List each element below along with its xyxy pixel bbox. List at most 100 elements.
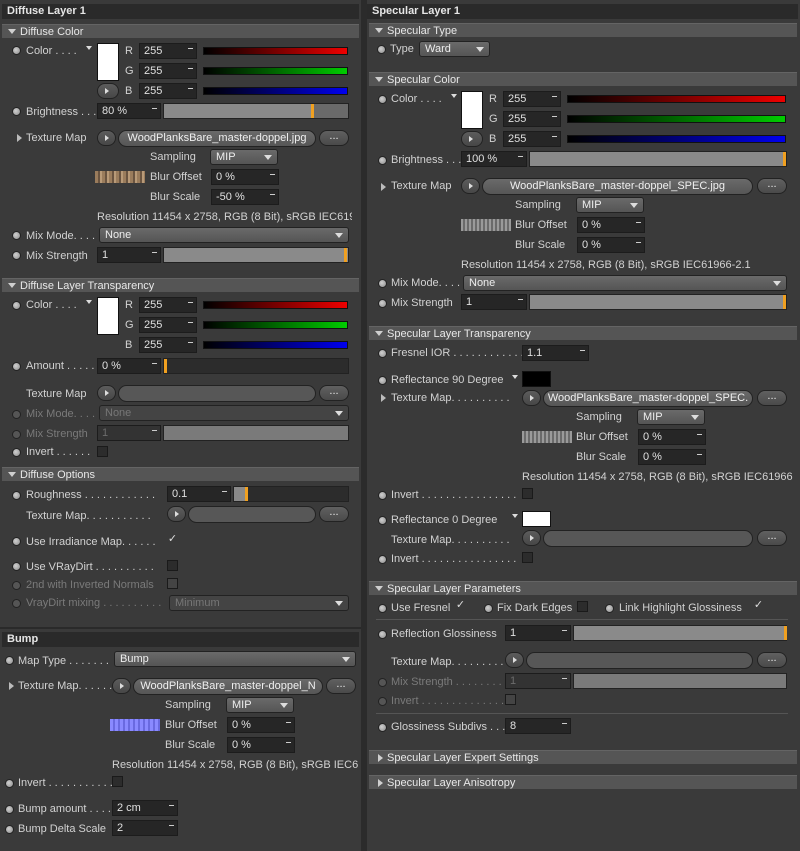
- bump-texture-browse-button[interactable]: ...: [326, 678, 356, 694]
- r0-texture-browse-button[interactable]: ...: [757, 530, 787, 546]
- g-input[interactable]: 255: [139, 63, 197, 79]
- t-color-radio[interactable]: [12, 301, 21, 310]
- refl-gloss-input[interactable]: 1: [505, 625, 571, 641]
- p-texture-browse-button[interactable]: ...: [757, 652, 787, 668]
- t-color-swatch[interactable]: [97, 297, 119, 335]
- g-gradient-slider[interactable]: [203, 67, 348, 75]
- s-mix-mode-radio[interactable]: [378, 279, 387, 288]
- color-mode-button[interactable]: [97, 83, 119, 99]
- expand-arrow-icon[interactable]: [381, 183, 386, 191]
- s-r-input[interactable]: 255: [503, 91, 561, 107]
- dropdown-arrow-icon[interactable]: [86, 46, 92, 50]
- bump-sampling-dropdown[interactable]: MIP: [226, 697, 294, 713]
- brightness-input[interactable]: 80 %: [97, 103, 161, 119]
- s-texture-browse-button[interactable]: ...: [757, 178, 787, 194]
- b-input[interactable]: 255: [139, 83, 197, 99]
- st-texture-file-button[interactable]: WoodPlanksBare_master-doppel_SPEC.: [543, 390, 753, 407]
- vraydirt-checkbox[interactable]: [167, 560, 178, 571]
- bump-amount-radio[interactable]: [5, 805, 14, 814]
- dropdown-arrow-icon[interactable]: [512, 514, 518, 518]
- roughness-slider[interactable]: [233, 486, 349, 502]
- s-mix-mode-dropdown[interactable]: None: [463, 275, 787, 291]
- p-texture-file-button[interactable]: [526, 652, 753, 669]
- mix-strength-slider[interactable]: [163, 247, 349, 263]
- t-texture-file-button[interactable]: [118, 385, 316, 402]
- refl-gloss-radio[interactable]: [378, 630, 387, 639]
- refl90-color-swatch[interactable]: [522, 371, 551, 387]
- section-specular-transparency[interactable]: Specular Layer Transparency: [369, 326, 797, 340]
- s-color-mode-button[interactable]: [461, 131, 483, 147]
- fresnel-radio[interactable]: [378, 349, 387, 358]
- o-texture-file-button[interactable]: [188, 506, 316, 523]
- type-radio[interactable]: [377, 45, 386, 54]
- map-type-dropdown[interactable]: Bump: [114, 651, 356, 667]
- mix-strength-input[interactable]: 1: [97, 247, 161, 263]
- t-r-input[interactable]: 255: [139, 297, 197, 313]
- refl-gloss-slider[interactable]: [573, 625, 787, 641]
- dropdown-arrow-icon[interactable]: [512, 375, 518, 379]
- t-g-gradient-slider[interactable]: [203, 321, 348, 329]
- texture-file-button[interactable]: WoodPlanksBare_master-doppel.jpg: [118, 130, 316, 147]
- refl0-radio[interactable]: [378, 516, 387, 525]
- o-texture-browse-button[interactable]: ...: [319, 506, 349, 522]
- st-blur-scale-input[interactable]: 0 %: [638, 449, 706, 465]
- section-specular-anisotropy[interactable]: Specular Layer Anisotropy: [369, 775, 797, 789]
- bump-blur-offset-input[interactable]: 0 %: [227, 717, 295, 733]
- s-brightness-radio[interactable]: [378, 156, 387, 165]
- irradiance-radio[interactable]: [12, 537, 21, 546]
- s-texture-file-button[interactable]: WoodPlanksBare_master-doppel_SPEC.jpg: [482, 178, 753, 195]
- section-diffuse-transparency[interactable]: Diffuse Layer Transparency: [2, 278, 359, 292]
- o-texture-arrow-button[interactable]: [167, 506, 186, 522]
- link-hl-radio[interactable]: [605, 604, 614, 613]
- t-r-gradient-slider[interactable]: [203, 301, 348, 309]
- texture-browse-button[interactable]: ...: [319, 130, 349, 146]
- dropdown-arrow-icon[interactable]: [451, 94, 457, 98]
- bump-invert-checkbox[interactable]: [112, 776, 123, 787]
- use-fresnel-radio[interactable]: [378, 604, 387, 613]
- gloss-subdivs-input[interactable]: 8: [505, 718, 571, 734]
- fix-dark-radio[interactable]: [484, 604, 493, 613]
- r0-texture-arrow-button[interactable]: [522, 530, 541, 546]
- gloss-subdivs-radio[interactable]: [378, 723, 387, 732]
- expand-arrow-icon[interactable]: [9, 682, 14, 690]
- amount-slider[interactable]: [163, 358, 349, 374]
- blur-scale-input[interactable]: -50 %: [211, 189, 279, 205]
- color-radio[interactable]: [12, 46, 21, 55]
- fresnel-input[interactable]: 1.1: [522, 345, 589, 361]
- bump-amount-input[interactable]: 2 cm: [112, 800, 178, 816]
- type-dropdown[interactable]: Ward: [419, 41, 490, 57]
- bump-invert-radio[interactable]: [5, 779, 14, 788]
- bump-blur-scale-input[interactable]: 0 %: [227, 737, 295, 753]
- s-brightness-slider[interactable]: [529, 151, 787, 167]
- expand-arrow-icon[interactable]: [381, 394, 386, 402]
- irradiance-checkbox[interactable]: ✓: [167, 534, 178, 546]
- s-invert-checkbox[interactable]: [522, 488, 533, 499]
- s-invert2-radio[interactable]: [378, 555, 387, 564]
- roughness-input[interactable]: 0.1: [167, 486, 231, 502]
- s-b-gradient-slider[interactable]: [567, 135, 786, 143]
- r0-texture-file-button[interactable]: [543, 530, 753, 547]
- s-brightness-input[interactable]: 100 %: [461, 151, 527, 167]
- st-sampling-dropdown[interactable]: MIP: [637, 409, 705, 425]
- bump-texture-arrow-button[interactable]: [112, 678, 131, 694]
- section-specular-type[interactable]: Specular Type: [369, 23, 797, 37]
- s-sampling-dropdown[interactable]: MIP: [576, 197, 644, 213]
- mix-mode-radio[interactable]: [12, 231, 21, 240]
- refl90-radio[interactable]: [378, 376, 387, 385]
- s-mix-strength-radio[interactable]: [378, 299, 387, 308]
- section-specular-parameters[interactable]: Specular Layer Parameters: [369, 581, 797, 595]
- st-blur-offset-input[interactable]: 0 %: [638, 429, 706, 445]
- s-mix-strength-input[interactable]: 1: [461, 294, 527, 310]
- link-hl-checkbox[interactable]: ✓: [753, 600, 764, 612]
- section-diffuse-options[interactable]: Diffuse Options: [2, 467, 359, 481]
- panel-divider[interactable]: [361, 0, 367, 851]
- s-blur-scale-input[interactable]: 0 %: [577, 237, 645, 253]
- r-gradient-slider[interactable]: [203, 47, 348, 55]
- expand-arrow-icon[interactable]: [17, 134, 22, 142]
- s-color-radio[interactable]: [378, 95, 387, 104]
- s-mix-strength-slider[interactable]: [529, 294, 787, 310]
- mix-strength-radio[interactable]: [12, 251, 21, 260]
- brightness-slider[interactable]: [163, 103, 349, 119]
- sampling-dropdown[interactable]: MIP: [210, 149, 278, 165]
- s-r-gradient-slider[interactable]: [567, 95, 786, 103]
